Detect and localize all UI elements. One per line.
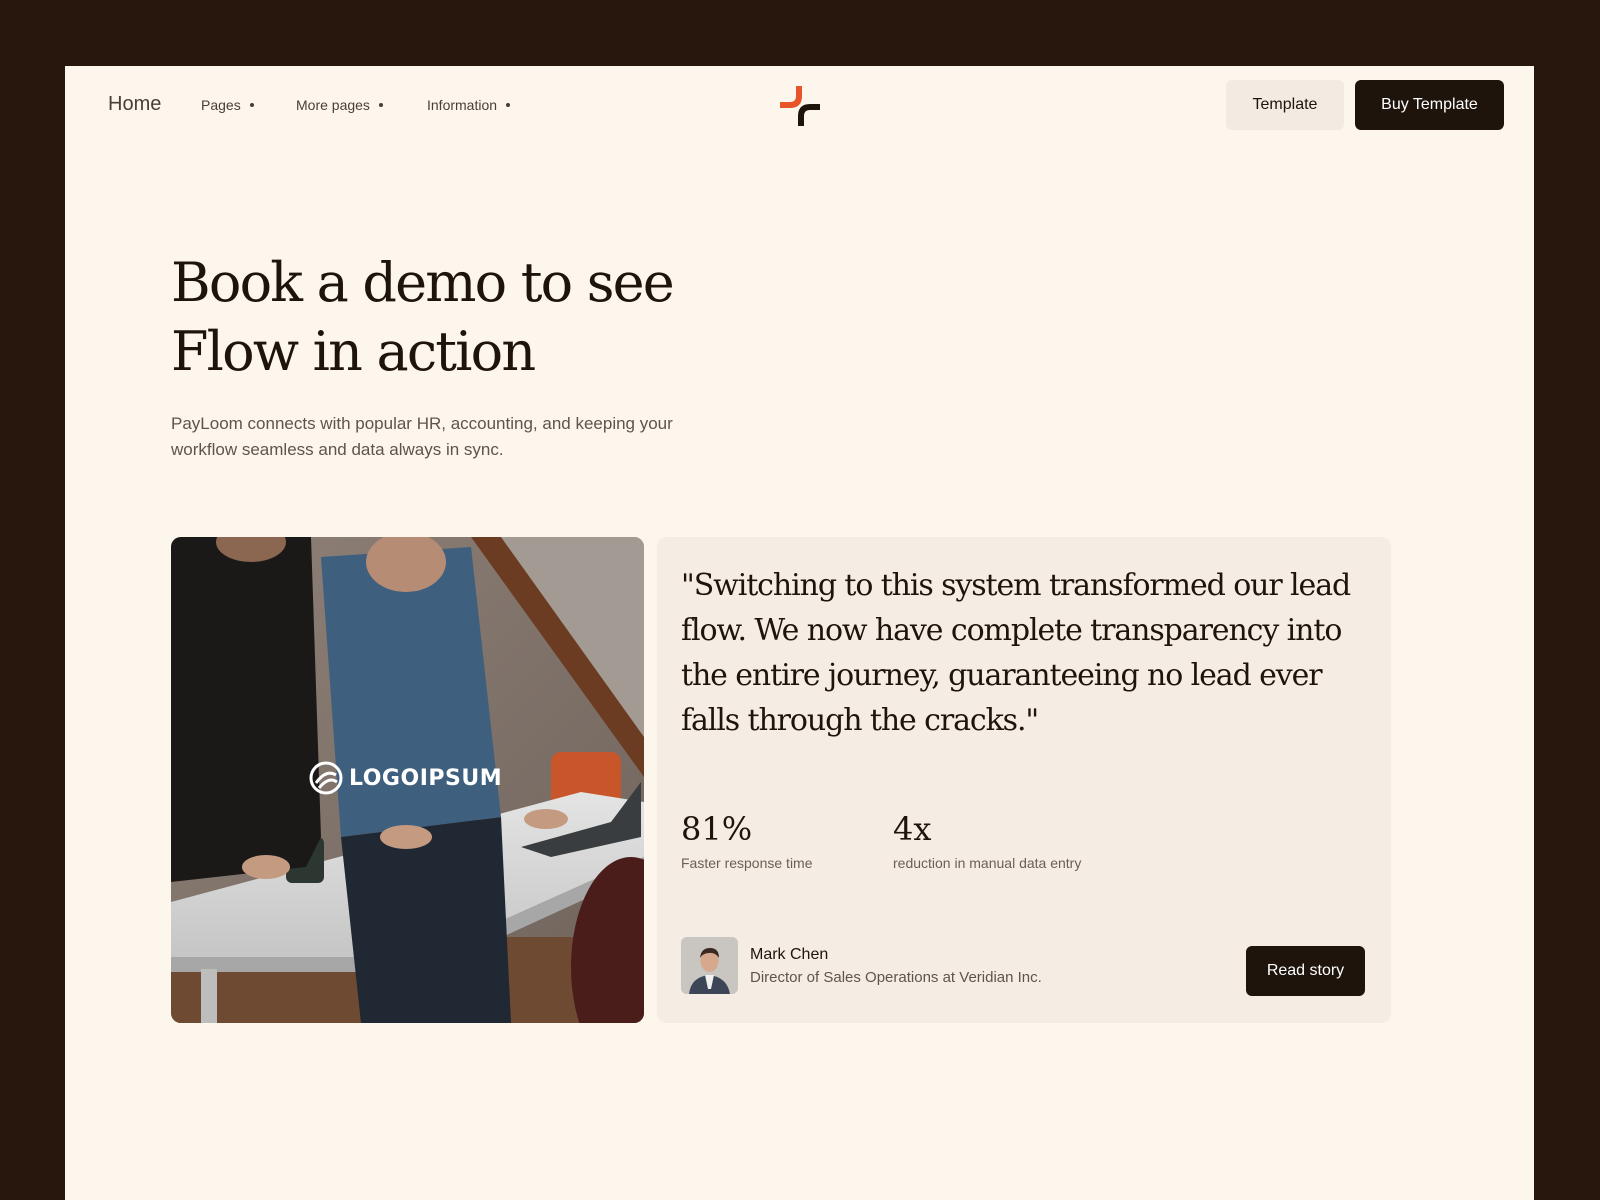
office-meeting-photo: LOGOIPSUM [171,537,644,1023]
testimonial-card: "Switching to this system transformed ou… [657,537,1391,1023]
hero-title-line-2: Flow in action [171,320,536,383]
page-frame: Home Pages More pages Information Templa… [65,66,1534,1200]
nav-home-link[interactable]: Home [108,93,161,116]
nav-information-dropdown[interactable]: Information [427,97,511,113]
testimonial-quote: "Switching to this system transformed ou… [681,568,1351,738]
nav-more-pages-dropdown[interactable]: More pages [296,97,383,113]
buy-template-button[interactable]: Buy Template [1355,80,1504,130]
read-story-button[interactable]: Read story [1246,946,1365,996]
client-logo: LOGOIPSUM [309,761,502,795]
stat-data-entry: 4x reduction in manual data entry [893,809,1081,871]
stat-response-time: 81% Faster response time [681,809,813,871]
stat-label: reduction in manual data entry [893,855,1082,871]
top-nav: Home Pages More pages Information Templa… [65,66,1534,144]
client-logo-text: LOGOIPSUM [349,765,503,791]
hero-title-line-1: Book a demo to see [171,251,675,314]
flow-cross-logo-icon[interactable] [778,84,822,128]
template-button[interactable]: Template [1226,80,1344,130]
avatar [681,937,738,994]
nav-pages-dropdown[interactable]: Pages [201,97,254,113]
testimonial-author: Mark Chen Director of Sales Operations a… [681,937,1042,994]
dropdown-dot-icon [249,103,254,107]
nav-pages-label: Pages [201,97,241,113]
stat-value: 81% [681,810,753,848]
dropdown-dot-icon [378,103,383,107]
logoipsum-mark-icon [309,761,343,795]
nav-more-pages-label: More pages [296,97,370,113]
stat-value: 4x [893,810,932,848]
author-name: Mark Chen [750,945,829,963]
author-role: Director of Sales Operations at Veridian… [750,968,1042,986]
hero-subtitle: PayLoom connects with popular HR, accoun… [171,414,673,459]
nav-information-label: Information [427,97,498,113]
stat-label: Faster response time [681,855,813,871]
dropdown-dot-icon [506,103,511,107]
hero-title: Book a demo to see Flow in action [171,248,791,386]
